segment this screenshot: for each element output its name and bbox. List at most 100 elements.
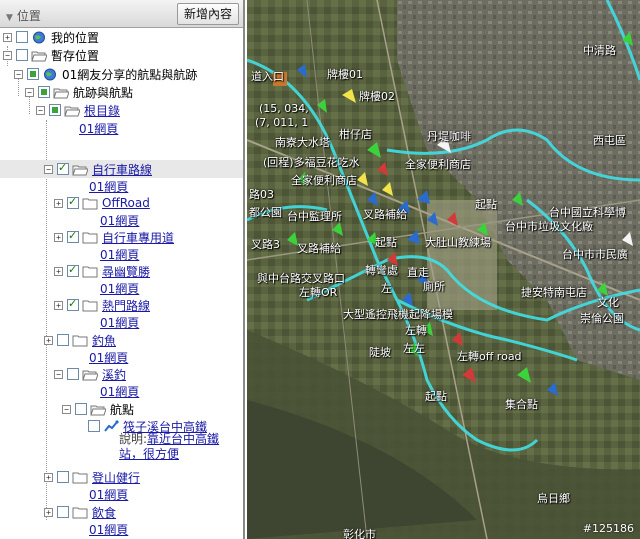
collapse-triangle-icon[interactable]: ▼: [6, 13, 13, 23]
collapse-toggle-icon[interactable]: −: [44, 164, 53, 174]
tree-link[interactable]: 飲食: [92, 504, 116, 521]
checkbox[interactable]: [49, 104, 61, 116]
map-label: 捷安特南屯店: [521, 286, 587, 299]
tree-item-secluded[interactable]: + 尋幽覽勝: [54, 262, 150, 280]
tree-item-shared-kmz[interactable]: − 01網友分享的航點與航跡: [14, 65, 197, 83]
webpage-link[interactable]: 01網頁: [89, 521, 128, 538]
checkbox[interactable]: [16, 31, 28, 43]
tree-label: 航點: [110, 402, 135, 417]
webpage-link[interactable]: 01網頁: [100, 246, 139, 263]
checkbox[interactable]: [27, 68, 39, 80]
map-label: 路03: [249, 188, 274, 201]
expand-toggle-icon[interactable]: +: [54, 300, 63, 310]
webpage-link[interactable]: 01網頁: [89, 178, 128, 195]
map-label: 柑仔店: [339, 128, 372, 141]
tree-link[interactable]: 熱門路線: [102, 297, 150, 314]
checkbox[interactable]: [67, 297, 79, 311]
tree-link[interactable]: 根目錄: [84, 102, 120, 119]
tree-link[interactable]: OffRoad: [102, 196, 150, 210]
checkbox[interactable]: [67, 195, 79, 209]
map-label: 牌樓02: [359, 90, 395, 103]
collapse-toggle-icon[interactable]: −: [25, 87, 34, 97]
tree-link[interactable]: 自行車專用道: [102, 229, 174, 246]
tree-link[interactable]: 自行車路線: [92, 161, 152, 178]
tree-label: 我的位置: [51, 30, 100, 45]
checkbox[interactable]: [67, 263, 79, 277]
checkbox[interactable]: [75, 403, 87, 415]
tree-item-popular[interactable]: + 熱門路線: [54, 296, 150, 314]
folder-icon: [82, 232, 98, 243]
open-folder-icon: [82, 370, 98, 380]
tree-item-root[interactable]: − 根目錄: [36, 101, 120, 119]
expand-toggle-icon[interactable]: +: [44, 335, 53, 345]
map-label: 台中市市民廣: [562, 248, 628, 261]
map-label: 左轉off road: [457, 350, 522, 363]
tree-link[interactable]: 尋幽覽勝: [102, 263, 150, 280]
tree-item-bike-lane[interactable]: + 自行車專用道: [54, 228, 174, 246]
map-label: 叉路補給: [297, 242, 341, 255]
map-label: 廁所: [423, 280, 445, 293]
checkbox[interactable]: [57, 161, 69, 175]
map-label: 左左: [403, 342, 425, 355]
tree-item-hiking[interactable]: + 登山健行: [44, 468, 140, 486]
checkbox[interactable]: [38, 86, 50, 98]
map-label: 崇倫公園: [580, 312, 624, 325]
open-folder-icon: [64, 106, 80, 116]
webpage-link[interactable]: 01網頁: [100, 280, 139, 297]
collapse-toggle-icon[interactable]: −: [14, 69, 23, 79]
satellite-map[interactable]: 道入口 牌樓01 牌樓02 (15, 034, (7, 011, 1 南寮大水塔…: [247, 0, 640, 539]
map-label: 全家便利商店: [291, 174, 357, 187]
waypoint-description: 說明:靠近台中高鐵站，很方便: [119, 432, 239, 462]
map-label: 集合點: [505, 398, 538, 411]
tree-item-food[interactable]: + 飲食: [44, 503, 116, 521]
panel-title[interactable]: ▼ 位置: [6, 7, 41, 24]
tree-item-waypoint[interactable]: − 航點: [62, 400, 134, 418]
webpage-link[interactable]: 01網頁: [100, 314, 139, 331]
route-path-icon: [104, 419, 119, 432]
tree-item-my-places[interactable]: + 我的位置: [3, 28, 99, 46]
tree-item-tracks[interactable]: − 航跡與航點: [25, 83, 133, 101]
webpage-link[interactable]: 01網頁: [100, 383, 139, 400]
webpage-link[interactable]: 01網頁: [89, 349, 128, 366]
map-label: 起點: [475, 198, 497, 211]
map-label: 左轉: [405, 324, 427, 337]
map-label: 左: [381, 282, 392, 295]
checkbox[interactable]: [88, 420, 100, 432]
tree-item-offroad[interactable]: + OffRoad: [54, 194, 150, 212]
checkbox[interactable]: [16, 49, 28, 61]
folder-icon: [82, 300, 98, 311]
tree-link[interactable]: 釣魚: [92, 332, 116, 349]
webpage-link[interactable]: 01網頁: [89, 486, 128, 503]
expand-toggle-icon[interactable]: +: [54, 232, 63, 242]
checkbox[interactable]: [57, 471, 69, 483]
map-label: 中清路: [583, 44, 616, 57]
checkbox[interactable]: [67, 229, 79, 243]
expand-toggle-icon[interactable]: +: [3, 32, 12, 42]
tree-link[interactable]: 溪釣: [102, 366, 126, 383]
checkbox[interactable]: [57, 506, 69, 518]
collapse-toggle-icon[interactable]: −: [36, 105, 45, 115]
expand-toggle-icon[interactable]: +: [54, 266, 63, 276]
tree-item-fishing[interactable]: + 釣魚: [44, 331, 116, 349]
checkbox[interactable]: [67, 368, 79, 380]
checkbox[interactable]: [57, 334, 69, 346]
map-label: 全家便利商店: [405, 158, 471, 171]
expand-toggle-icon[interactable]: +: [44, 472, 53, 482]
tree-item-bike-routes[interactable]: − 自行車路線: [0, 160, 243, 178]
add-content-button[interactable]: 新增內容: [176, 3, 239, 25]
webpage-link[interactable]: 01網頁: [79, 120, 118, 137]
watermark: #125186: [582, 522, 634, 535]
tree-item-temp-places[interactable]: − 暫存位置: [3, 46, 99, 64]
expand-toggle-icon[interactable]: +: [44, 507, 53, 517]
map-label: 南寮大水塔: [275, 136, 330, 149]
collapse-toggle-icon[interactable]: −: [3, 50, 12, 60]
collapse-toggle-icon[interactable]: −: [54, 369, 63, 379]
collapse-toggle-icon[interactable]: −: [62, 404, 71, 414]
places-panel: ▼ 位置 新增內容 + 我的位置 − 暫存位置 − 01網友分享的航點與航跡 −…: [0, 0, 245, 539]
tree-label: 暫存位置: [51, 48, 100, 63]
webpage-link[interactable]: 01網頁: [100, 212, 139, 229]
tree-link[interactable]: 登山健行: [92, 469, 140, 486]
tree-item-river-fishing[interactable]: − 溪釣: [54, 365, 126, 383]
expand-toggle-icon[interactable]: +: [54, 198, 63, 208]
map-label: 台中國立科學博: [549, 206, 626, 219]
